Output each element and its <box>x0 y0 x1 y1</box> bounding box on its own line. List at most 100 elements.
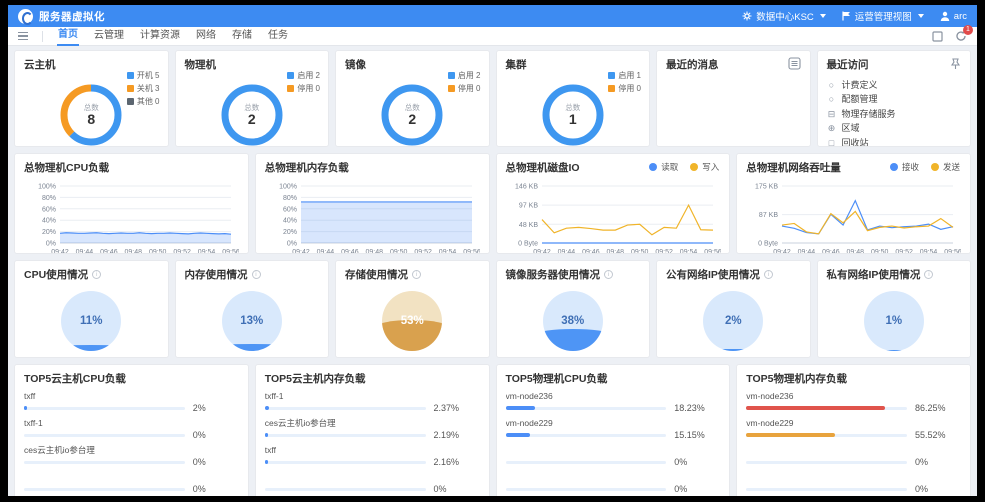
top5-title: TOP5云主机CPU负载 <box>24 371 239 386</box>
svg-text:09:48: 09:48 <box>606 249 624 254</box>
pin-icon[interactable] <box>950 57 961 75</box>
datacenter-selector[interactable]: 数据中心KSC <box>742 9 826 23</box>
svg-text:09:48: 09:48 <box>125 249 143 254</box>
svg-text:146 KB: 146 KB <box>515 184 538 191</box>
nav-item-quota[interactable]: ○配额管理 <box>827 95 962 105</box>
top5-title: TOP5云主机内存负载 <box>265 371 480 386</box>
top5-item-value: 2.16% <box>434 457 480 467</box>
svg-text:09:42: 09:42 <box>773 249 791 254</box>
svg-text:175 KB: 175 KB <box>755 184 778 191</box>
svg-text:20%: 20% <box>42 229 56 236</box>
donut-legend: 启用 2停用 0 <box>287 70 320 94</box>
donut-total-value: 1 <box>569 112 577 127</box>
svg-text:09:48: 09:48 <box>365 249 383 254</box>
legend-swatch <box>127 72 134 79</box>
top5-item: txff-10% <box>24 418 239 440</box>
tab-tasks[interactable]: 任务 <box>267 27 289 45</box>
top5-bar-track <box>506 461 667 464</box>
apps-menu-icon[interactable] <box>18 32 28 41</box>
svg-text:48 KB: 48 KB <box>518 222 537 229</box>
message-list-icon[interactable] <box>788 57 801 75</box>
top5-item-value: 86.25% <box>915 403 961 413</box>
nav-item-billing[interactable]: ○计费定义 <box>827 81 962 91</box>
top5-bar-fill <box>506 406 535 410</box>
svg-text:0 Byte: 0 Byte <box>518 241 538 248</box>
svg-text:09:44: 09:44 <box>557 249 575 254</box>
tab-network[interactable]: 网络 <box>195 27 217 45</box>
tab-storage[interactable]: 存储 <box>231 27 253 45</box>
top5-item-label: txff-1 <box>24 418 239 428</box>
top5-item-value: 0% <box>193 484 239 494</box>
info-icon[interactable] <box>412 270 421 279</box>
info-icon[interactable] <box>92 270 101 279</box>
tab-cloud-mgmt[interactable]: 云管理 <box>93 27 125 45</box>
recycle-icon: □ <box>827 139 837 147</box>
top5-item: vm-node22915.15% <box>506 418 721 440</box>
top5-item-label: vm-node236 <box>506 391 721 401</box>
summary-card-clusters: 集群 启用 1停用 0 总数 1 <box>496 50 651 147</box>
chevron-down-icon <box>918 14 924 18</box>
menu-bar: 首页 云管理 计算资源 网络 存储 任务 1 <box>8 27 977 46</box>
recent-visits-card: 最近访问 ○计费定义 ○配额管理 ⊟物理存储服务 ⊕区域 □回收站 ◎实时监控策… <box>817 50 972 147</box>
svg-text:09:56: 09:56 <box>463 249 480 254</box>
donut-total-value: 2 <box>408 112 416 127</box>
summary-card-physical-machines: 物理机 启用 2停用 0 总数 2 <box>175 50 330 147</box>
legend-item[interactable]: 发送 <box>931 161 960 173</box>
svg-text:09:46: 09:46 <box>100 249 118 254</box>
svg-text:0%: 0% <box>287 241 297 248</box>
chart-title: 总物理机内存负载 <box>265 160 480 175</box>
svg-text:09:50: 09:50 <box>630 249 648 254</box>
svg-text:80%: 80% <box>42 195 56 202</box>
top5-item: txff2.16% <box>265 445 480 467</box>
info-icon[interactable] <box>764 270 773 279</box>
top5-item-value: 2.19% <box>434 430 480 440</box>
info-icon[interactable] <box>604 270 613 279</box>
usage-card-public-ip: 公有网络IP使用情况 2% <box>656 260 811 358</box>
donut-chart: 总数 1 <box>542 84 604 146</box>
top5-item-label <box>265 472 480 482</box>
legend-item[interactable]: 读取 <box>649 161 678 173</box>
donut-chart: 总数 8 <box>60 84 122 146</box>
legend-item[interactable]: 接收 <box>890 161 919 173</box>
svg-text:09:46: 09:46 <box>822 249 840 254</box>
view-selector[interactable]: 运营管理视图 <box>842 9 924 23</box>
legend-swatch <box>127 85 134 92</box>
chart-card-network-throughput: 总物理机网络吞吐量 接收发送 0 Byte87 KB175 KB09:4209:… <box>736 153 971 254</box>
tab-compute[interactable]: 计算资源 <box>139 27 181 45</box>
top5-item: 0% <box>506 472 721 494</box>
app-frame: 服务器虚拟化 数据中心KSC 运营管理视图 arc 首页 云管理 计算资源 <box>8 5 977 496</box>
datacenter-label: 数据中心KSC <box>756 9 814 23</box>
fullscreen-icon[interactable] <box>932 31 943 42</box>
legend-swatch <box>287 85 294 92</box>
usage-title: 公有网络IP使用情况 <box>666 267 760 282</box>
top5-bar-track <box>746 434 907 437</box>
nav-item-storage-service[interactable]: ⊟物理存储服务 <box>827 110 962 120</box>
nav-item-region[interactable]: ⊕区域 <box>827 124 962 134</box>
top5-item: 0% <box>506 445 721 467</box>
tab-home[interactable]: 首页 <box>57 26 79 46</box>
top5-item-value: 55.52% <box>915 430 961 440</box>
top5-item-label <box>24 472 239 482</box>
svg-text:97 KB: 97 KB <box>518 203 537 210</box>
gear-icon <box>742 11 752 21</box>
nav-item-recycle[interactable]: □回收站 <box>827 139 962 147</box>
notifications-refresh-icon[interactable]: 1 <box>955 30 967 42</box>
usage-card-private-ip: 私有网络IP使用情况 1% <box>817 260 972 358</box>
top5-bar-track <box>24 488 185 491</box>
divider <box>42 31 43 42</box>
legend-swatch <box>608 72 615 79</box>
menu-bar-right: 1 <box>932 30 967 42</box>
info-icon[interactable] <box>252 270 261 279</box>
view-label: 运营管理视图 <box>855 9 912 23</box>
legend-item[interactable]: 写入 <box>690 161 719 173</box>
donut-total-value: 8 <box>87 112 95 127</box>
info-icon[interactable] <box>924 270 933 279</box>
svg-text:09:46: 09:46 <box>582 249 600 254</box>
user-menu[interactable]: arc <box>940 11 967 22</box>
svg-text:40%: 40% <box>283 218 297 225</box>
top5-bar-track <box>506 434 667 437</box>
donut-legend: 开机 5关机 3其他 0 <box>127 70 160 107</box>
top5-card-vm-cpu: TOP5云主机CPU负载 txff2%txff-10%ces云主机io参台理0%… <box>14 364 249 496</box>
svg-text:09:52: 09:52 <box>414 249 432 254</box>
legend-swatch <box>127 98 134 105</box>
